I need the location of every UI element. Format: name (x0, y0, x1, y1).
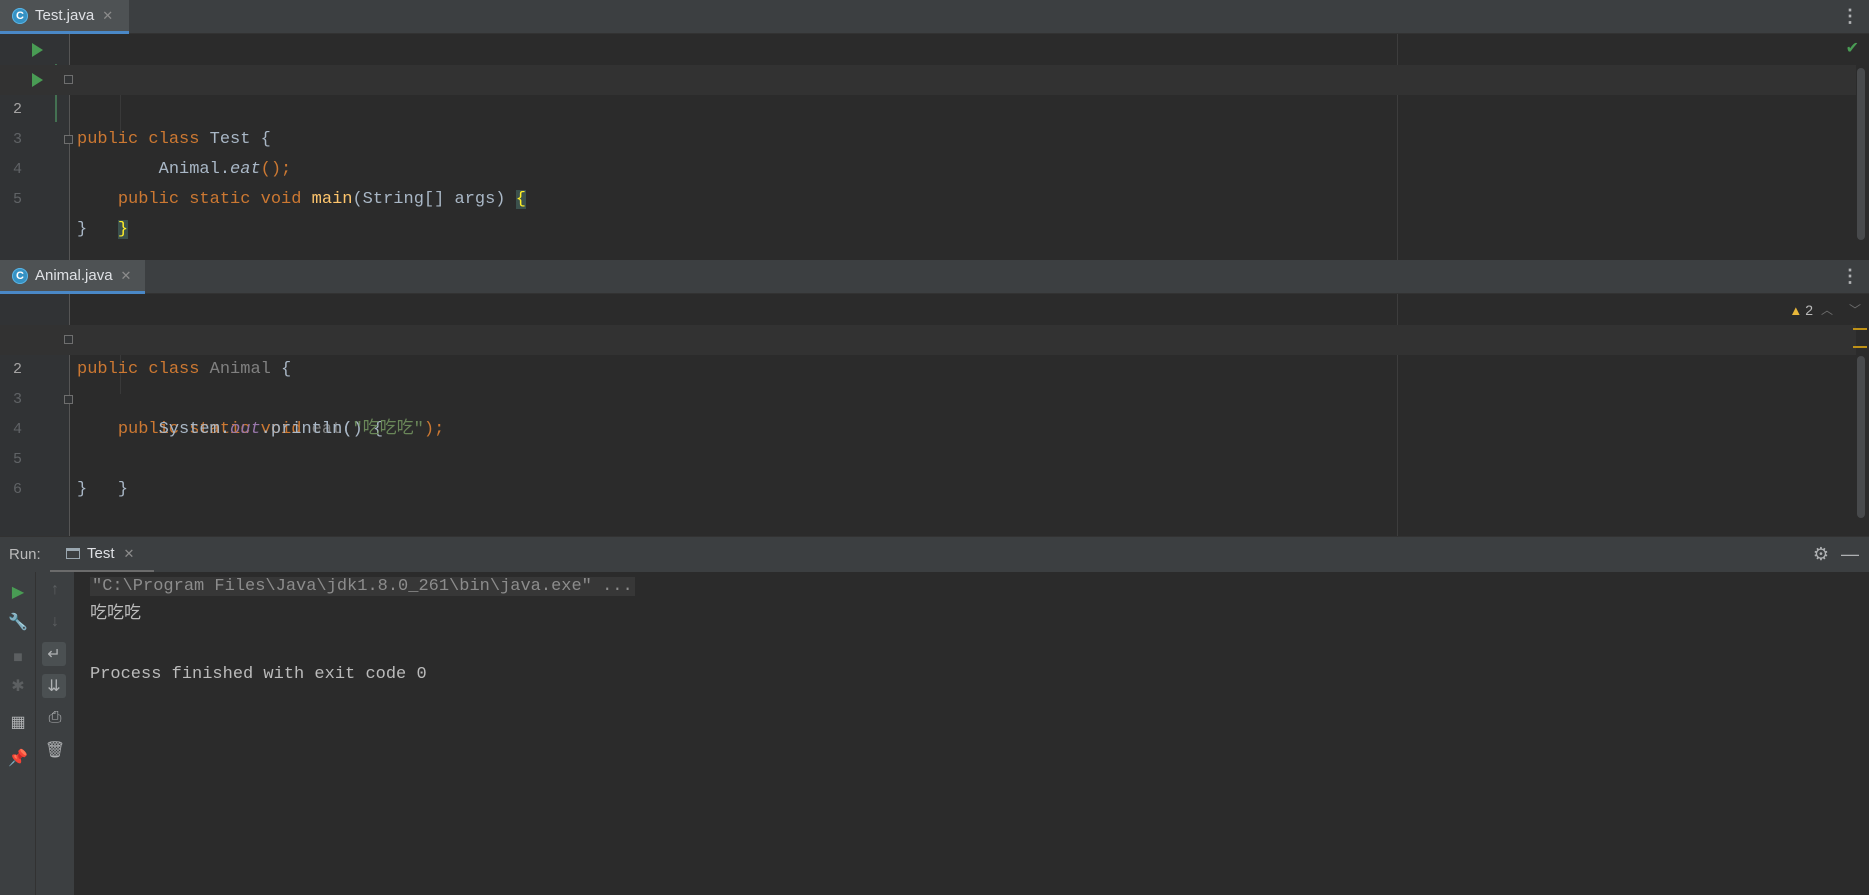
close-icon[interactable]: ✕ (121, 268, 132, 284)
run-tab-label: Test (87, 545, 115, 562)
bottom-editor[interactable]: 1 public class Animal { 2 public static … (0, 294, 1869, 536)
code-line-1: 1 public class Animal { (0, 295, 1856, 379)
console-actions-strip: ↑ ↓ ↵ ⇊ ⎙ 🗑 (36, 572, 74, 895)
code-line-6: 6 (0, 445, 1856, 498)
code-line-4: 4 } (0, 125, 1856, 239)
tab-label: Test.java (35, 7, 95, 24)
run-gutter-icon[interactable] (32, 73, 43, 87)
trash-icon[interactable]: 🗑 (43, 738, 67, 762)
line-number: 5 (12, 191, 22, 208)
wrench-icon[interactable]: 🔧 (6, 610, 30, 634)
params: (String[] args) (352, 190, 516, 209)
gear-icon[interactable]: ⚙ (1813, 544, 1829, 565)
fold-icon[interactable] (64, 135, 73, 144)
vertical-scrollbar[interactable] (1857, 356, 1865, 518)
checkmark-icon[interactable]: ✔ (1846, 38, 1859, 58)
fold-icon[interactable] (64, 75, 73, 84)
arrow-down-icon[interactable]: ↓ (43, 610, 67, 634)
print-icon[interactable]: ⎙ (43, 706, 67, 730)
brace: } (117, 480, 129, 499)
close-icon[interactable]: ✕ (124, 546, 135, 562)
tab-animal-java[interactable]: C Animal.java ✕ (0, 260, 145, 294)
vertical-scrollbar[interactable] (1857, 68, 1865, 240)
command-line: "C:\Program Files\Java\jdk1.8.0_261\bin\… (90, 577, 635, 596)
run-title: Run: (9, 546, 41, 563)
brace: } (77, 480, 88, 499)
code-line-4: 4 } (0, 385, 1856, 499)
fold-icon[interactable] (64, 395, 73, 404)
inspection-widget[interactable]: ▲ 2 (1789, 302, 1813, 318)
keyword: public (117, 190, 180, 209)
top-editor-tabbar: C Test.java ✕ ⋮ (0, 0, 1869, 34)
console-line: 吃吃吃 (90, 605, 141, 624)
warning-stripe[interactable] (1853, 346, 1867, 348)
run-gutter-icon[interactable] (32, 43, 43, 57)
debug-icon[interactable]: ✱ (6, 674, 30, 698)
fold-icon[interactable] (64, 335, 73, 344)
code-line-3: 3 Animal.eat(); (0, 95, 1856, 179)
close-icon[interactable]: ✕ (102, 8, 113, 24)
class-icon: C (12, 267, 28, 284)
tab-test-java[interactable]: C Test.java ✕ (0, 0, 129, 34)
rerun-icon[interactable]: ▶ (6, 580, 30, 604)
keyword: void (260, 190, 302, 209)
method-name: main (311, 190, 353, 209)
top-editor[interactable]: 1 public class Test { 2 public static vo… (0, 34, 1869, 260)
code-line-1: 1 public class Test { (0, 35, 1856, 149)
stop-icon[interactable]: ■ (6, 646, 30, 670)
more-options-icon[interactable]: ⋮ (1841, 6, 1859, 26)
keyword: static (189, 190, 251, 209)
code-line-2: 2 public static void eat() { (0, 325, 1856, 439)
arrow-up-icon[interactable]: ↑ (43, 578, 67, 602)
code-line-2: 2 public static void main(String[] args)… (0, 65, 1856, 209)
warning-count: 2 (1805, 302, 1813, 318)
brace: } (77, 220, 88, 239)
minimize-icon[interactable]: — (1841, 544, 1859, 565)
line-number: 6 (12, 481, 22, 498)
code-line-5: 5 } (0, 415, 1856, 499)
console-line: "C:\Program Files\Java\jdk1.8.0_261\bin\… (90, 575, 635, 599)
console-output[interactable]: "C:\Program Files\Java\jdk1.8.0_261\bin\… (74, 572, 1869, 895)
tab-label: Animal.java (35, 267, 113, 284)
chevron-up-icon[interactable]: ︿ (1821, 301, 1833, 318)
run-actions-strip: ▶ 🔧 ■ ✱ ▦ 📌 (0, 572, 36, 895)
layout-icon[interactable]: ▦ (6, 710, 30, 734)
code-line-5: 5 } (0, 155, 1856, 239)
class-icon: C (12, 7, 28, 24)
warning-stripe[interactable] (1853, 328, 1867, 330)
pin-icon[interactable]: 📌 (6, 746, 30, 770)
bottom-editor-tabbar: C Animal.java ✕ ⋮ (0, 260, 1869, 294)
matched-brace: { (515, 190, 526, 209)
matched-brace: } (117, 220, 129, 239)
more-options-icon[interactable]: ⋮ (1841, 266, 1859, 286)
console-line: Process finished with exit code 0 (90, 665, 427, 684)
warning-icon: ▲ (1789, 302, 1803, 318)
console-icon (66, 548, 80, 559)
code-line-3: 3 System.out.println("吃吃吃"); (0, 355, 1856, 439)
soft-wrap-icon[interactable]: ↵ (42, 642, 66, 666)
run-tab-test[interactable]: Test ✕ (50, 537, 154, 573)
run-toolbar: Run: Test ✕ ⚙ — (0, 536, 1869, 573)
scroll-to-end-icon[interactable]: ⇊ (42, 674, 66, 698)
chevron-down-icon[interactable]: ﹀ (1849, 301, 1861, 318)
